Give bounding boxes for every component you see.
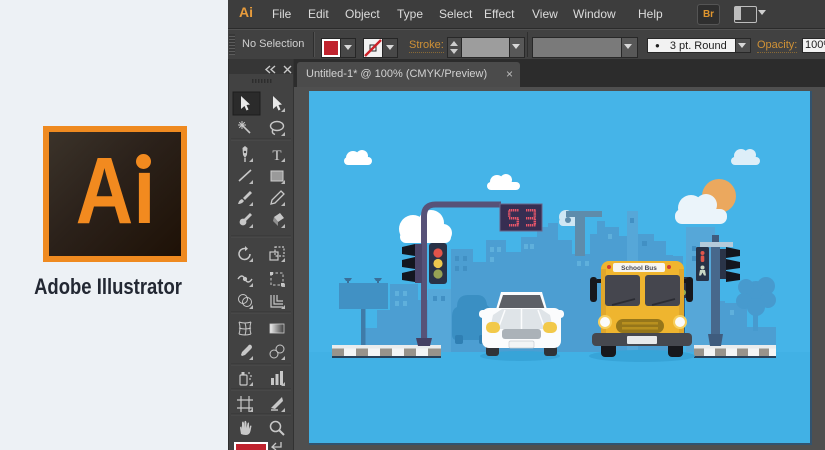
svg-text:School Bus: School Bus <box>621 265 657 272</box>
svg-text:T: T <box>272 148 281 164</box>
